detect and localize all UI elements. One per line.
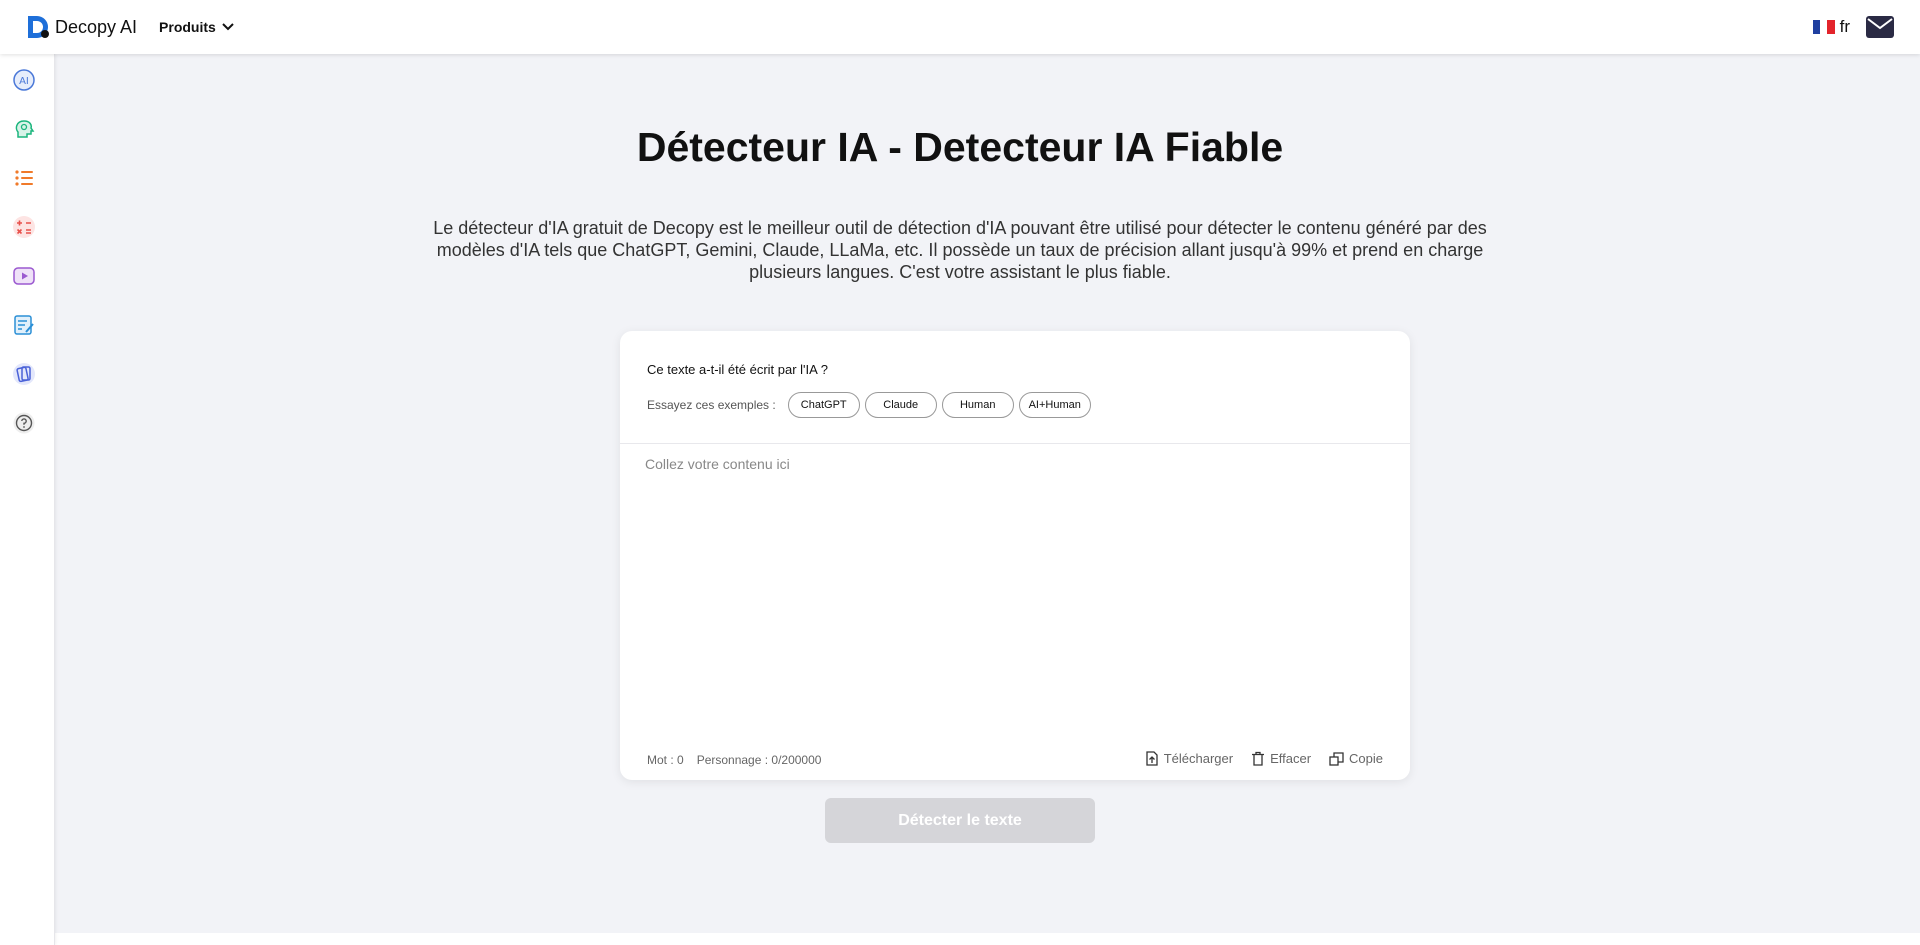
sidebar-item-humanizer[interactable] xyxy=(12,117,36,141)
example-human-button[interactable]: Human xyxy=(941,392,1014,418)
page-title: Détecteur IA - Detecteur IA Fiable xyxy=(636,124,1284,170)
example-chatgpt-button[interactable]: ChatGPT xyxy=(787,392,860,418)
clear-label: Effacer xyxy=(1270,751,1312,766)
main-content: Détecteur IA - Detecteur IA Fiable Le dé… xyxy=(55,54,1920,933)
character-count: Personnage : 0/200000 xyxy=(696,753,822,767)
brand-logo[interactable]: Decopy AI xyxy=(24,13,137,41)
sidebar-item-notes[interactable] xyxy=(12,313,36,337)
examples-row: Essayez ces exemples : ChatGPT Claude Hu… xyxy=(647,392,1096,418)
language-selector[interactable]: fr xyxy=(1840,17,1850,37)
brand-name: Decopy AI xyxy=(55,16,138,37)
trash-icon xyxy=(1252,751,1265,766)
decopy-logo-icon xyxy=(28,16,49,38)
page-description: Le détecteur d'IA gratuit de Decopy est … xyxy=(433,218,1487,282)
upload-label: Télécharger xyxy=(1163,751,1234,766)
sidebar-item-list[interactable] xyxy=(12,166,36,190)
example-claude-button[interactable]: Claude xyxy=(864,392,937,418)
upload-button[interactable]: Télécharger xyxy=(1145,751,1233,766)
sidebar: AI xyxy=(0,54,55,945)
clear-button[interactable]: Effacer xyxy=(1251,751,1311,766)
cards-icon xyxy=(13,363,35,385)
products-menu[interactable]: Produits xyxy=(159,19,234,35)
text-counters: Mot : 0 Personnage : 0/200000 xyxy=(647,753,821,767)
top-bar: Decopy AI Produits fr xyxy=(0,0,1920,54)
brain-head-icon xyxy=(15,120,35,138)
ai-icon: AI xyxy=(13,69,35,91)
chevron-down-icon xyxy=(222,23,234,31)
footer-strip xyxy=(55,933,1920,945)
sidebar-item-help[interactable] xyxy=(12,411,36,435)
content-input[interactable] xyxy=(645,456,1385,726)
detector-question: Ce texte a-t-il été écrit par l'IA ? xyxy=(647,362,828,377)
detect-text-button[interactable]: Détecter le texte xyxy=(825,798,1095,843)
sidebar-item-math[interactable] xyxy=(12,215,36,239)
card-actions: Télécharger Effacer Copie xyxy=(1127,751,1383,766)
video-play-icon xyxy=(13,267,35,285)
list-icon xyxy=(15,170,33,186)
products-label: Produits xyxy=(159,19,216,35)
upload-file-icon xyxy=(1146,751,1158,766)
mail-icon[interactable] xyxy=(1866,16,1894,38)
notes-edit-icon xyxy=(14,315,34,335)
card-divider xyxy=(620,443,1410,444)
math-operators-icon xyxy=(13,216,35,238)
copy-icon xyxy=(1329,751,1344,766)
help-icon xyxy=(13,412,35,434)
svg-text:AI: AI xyxy=(19,76,29,87)
copy-label: Copie xyxy=(1349,751,1383,766)
copy-button[interactable]: Copie xyxy=(1329,751,1383,766)
example-ai-human-button[interactable]: AI+Human xyxy=(1018,392,1091,418)
detector-card: Ce texte a-t-il été écrit par l'IA ? Ess… xyxy=(620,331,1410,780)
sidebar-item-cards[interactable] xyxy=(12,362,36,386)
sidebar-item-video[interactable] xyxy=(12,264,36,288)
examples-label: Essayez ces exemples : xyxy=(647,398,776,412)
sidebar-item-ai-detector[interactable]: AI xyxy=(12,68,36,92)
france-flag-icon xyxy=(1812,20,1835,34)
word-count: Mot : 0 xyxy=(647,753,684,767)
